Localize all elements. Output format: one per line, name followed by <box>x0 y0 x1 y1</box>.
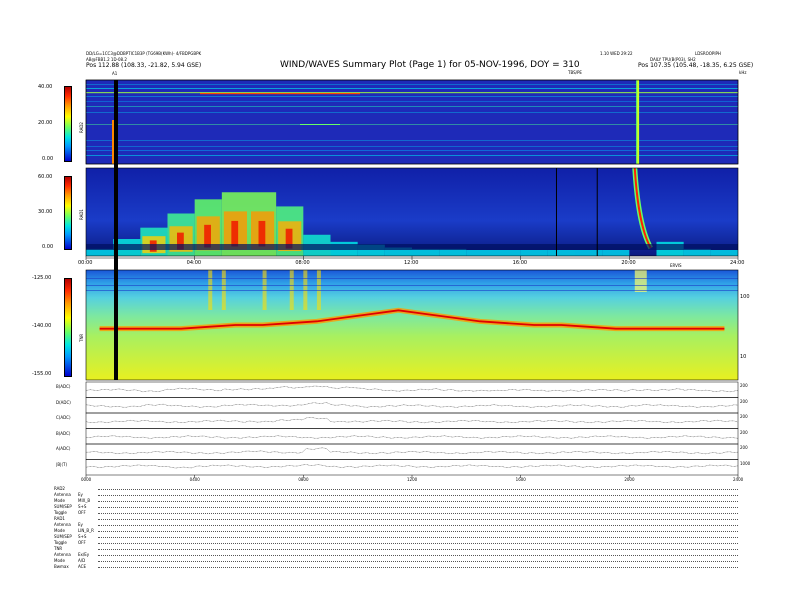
tnr-band <box>86 290 738 291</box>
mag-row-scale: 200 <box>740 414 748 419</box>
rad2-streak <box>300 124 340 125</box>
time-axis-label: 20:00 <box>621 260 636 266</box>
mag-row-scale: 200 <box>740 429 748 435</box>
time-axis-2-label: 2400 <box>733 477 744 482</box>
mag-row-scale: 200 <box>740 398 748 404</box>
tnr-band <box>86 278 738 279</box>
rad1-cell <box>575 250 603 256</box>
rad1-cell <box>231 220 239 247</box>
mag-trace <box>85 435 739 439</box>
rad2-streak <box>86 106 738 107</box>
mag-row-scale: 200 <box>740 445 748 450</box>
rad2-streak <box>86 150 738 151</box>
mag-row-frame <box>85 459 739 476</box>
mag-row-label: B(ADC) <box>56 430 71 436</box>
rad2-burst <box>637 80 639 164</box>
mag-trace <box>85 417 739 424</box>
time-axis-2-label: 1600 <box>515 477 526 482</box>
status-dotted-line <box>98 495 738 496</box>
status-value: ACE <box>78 564 86 569</box>
rad2-streak <box>86 96 738 97</box>
rad2-streak <box>86 140 738 141</box>
mag-row-label: A(ADC) <box>56 446 71 451</box>
rad1-cell <box>547 250 575 256</box>
time-axis-2-label: 0000 <box>81 477 92 482</box>
mag-row-frame <box>85 381 739 398</box>
time-axis-label: 24:00 <box>730 260 745 266</box>
rad1-cell <box>710 250 738 256</box>
rad1-cell <box>520 250 548 256</box>
rad1-panel <box>85 167 739 257</box>
status-dotted-line <box>98 537 738 538</box>
rad2-streak <box>86 124 738 125</box>
mag-trace <box>85 464 739 469</box>
time-axis-label: 12:00 <box>404 260 419 266</box>
rad2-streak <box>86 155 738 156</box>
ut-label: ERVIS <box>670 263 682 268</box>
tnr-band <box>86 285 738 286</box>
magnetometer-panel <box>85 381 739 476</box>
status-dotted-line <box>98 543 738 544</box>
rad1-cell <box>602 250 630 256</box>
status-dotted-line <box>98 501 738 502</box>
status-dotted-line <box>98 489 738 490</box>
mag-row-label: |B|(T) <box>56 461 68 467</box>
time-axis-2-label: 0800 <box>298 477 309 482</box>
mag-row-scale: 1000 <box>740 460 751 466</box>
time-axis-2-label: 1200 <box>407 477 418 482</box>
rad2-streak <box>86 92 738 94</box>
time-axis-label: 16:00 <box>512 260 528 266</box>
rad2-panel <box>85 79 739 165</box>
tnr-panel <box>85 269 739 381</box>
rad1-cell <box>258 220 266 247</box>
time-axis-label: 00:00 <box>78 260 93 266</box>
mag-row-frame <box>85 412 739 429</box>
tnr-activity <box>634 270 647 292</box>
status-dotted-line <box>98 531 738 532</box>
mag-row-frame <box>85 443 739 460</box>
status-dotted-line <box>98 567 738 568</box>
time-axis-label: 08:00 <box>295 260 310 266</box>
status-dotted-line <box>98 507 738 508</box>
rad1-cell <box>466 250 494 256</box>
mag-trace <box>85 402 739 408</box>
status-dotted-line <box>98 549 738 550</box>
mag-trace <box>85 447 739 455</box>
rad1-cell <box>493 250 521 256</box>
status-row: Bwmax ACE <box>54 564 738 570</box>
rad2-streak <box>86 112 738 113</box>
mag-trace <box>85 385 739 393</box>
mag-row-label: B(ADC) <box>56 384 71 389</box>
time-axis-label: 04:00 <box>186 260 202 266</box>
time-axis-2-label: 2000 <box>624 477 635 482</box>
rad2-streak <box>200 93 360 95</box>
mag-row-label: C(ADC) <box>56 415 71 420</box>
rad2-streak <box>86 88 738 89</box>
rad1-gap <box>596 168 598 256</box>
rad1-gap <box>555 168 557 256</box>
status-dotted-line <box>98 525 738 526</box>
rad2-streak <box>86 84 738 85</box>
mag-row-label: D(ADC) <box>56 399 71 405</box>
rad2-streak <box>86 101 738 102</box>
status-dotted-line <box>98 555 738 556</box>
mag-row-frame <box>85 397 739 414</box>
rad1-band <box>86 244 738 250</box>
status-dotted-line <box>98 519 738 520</box>
rad2-streak <box>86 146 738 147</box>
data-gap-marker <box>114 80 118 380</box>
status-dotted-line <box>98 513 738 514</box>
mag-row-scale: 200 <box>740 383 748 388</box>
mag-row-frame <box>85 428 739 445</box>
status-label: Bwmax <box>54 564 69 569</box>
status-dotted-line <box>98 561 738 562</box>
time-axis-2-label: 0400 <box>189 477 200 482</box>
